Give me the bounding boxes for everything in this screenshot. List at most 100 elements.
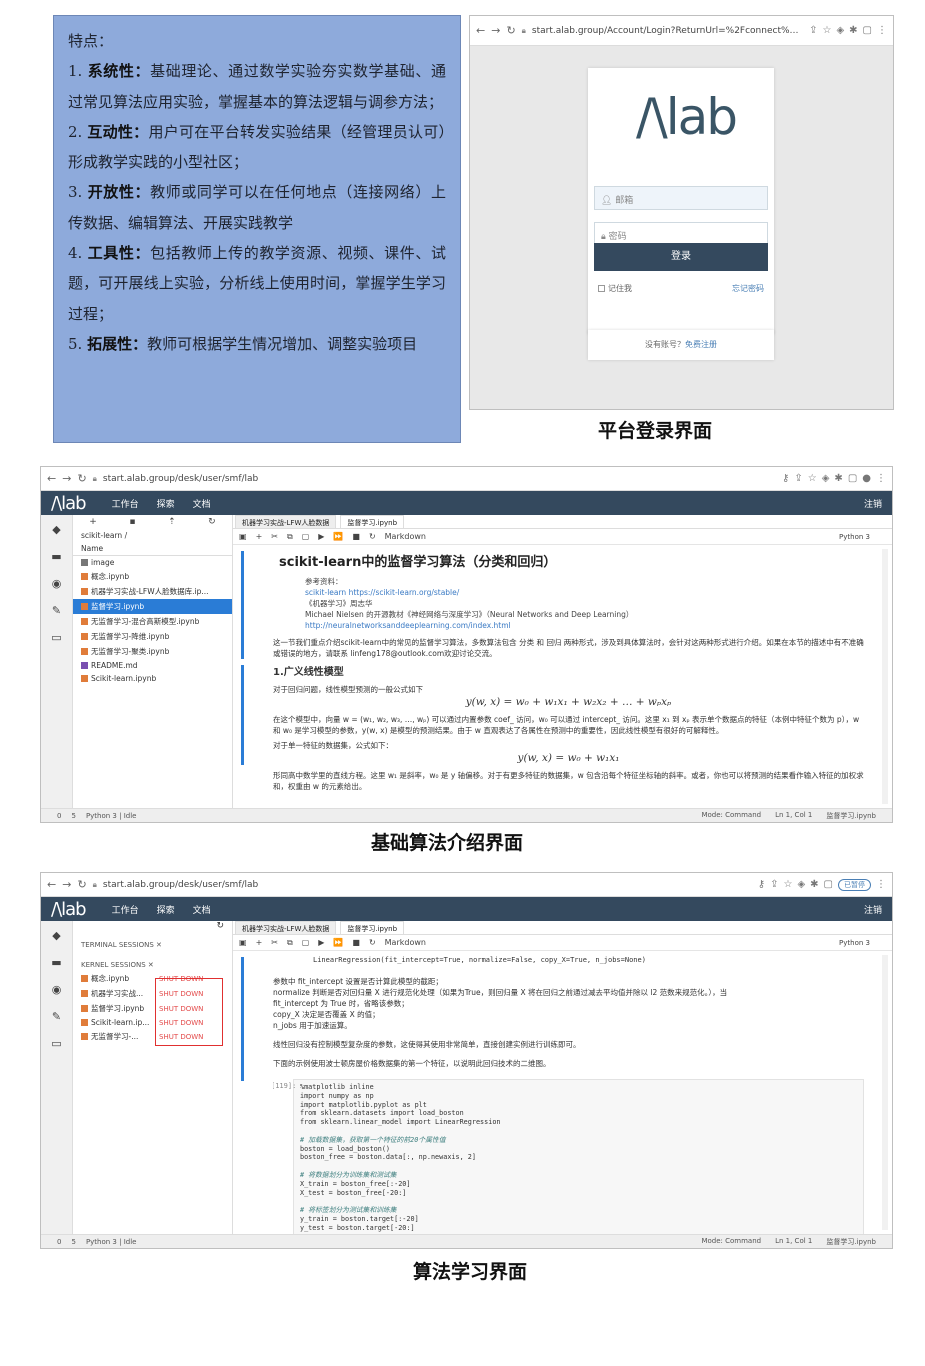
paste-icon[interactable]: ▢ xyxy=(302,938,310,947)
reference-link[interactable]: http://neuralnetworksanddeeplearning.com… xyxy=(305,620,864,631)
add-cell-icon[interactable]: + xyxy=(256,532,263,541)
nav-explore[interactable]: 探索 xyxy=(157,497,175,510)
folder-icon[interactable]: ▬ xyxy=(51,956,61,969)
file-item[interactable]: README.md xyxy=(73,659,232,672)
puzzle-icon[interactable]: ✱ xyxy=(834,473,842,484)
address-bar[interactable]: start.alab.group/desk/user/smf/lab xyxy=(103,474,776,484)
paused-badge[interactable]: 已暂停 xyxy=(838,878,871,891)
file-item[interactable]: 机器学习实战-LFW人脸数据库.ip... xyxy=(73,584,232,599)
add-cell-icon[interactable]: + xyxy=(256,938,263,947)
forward-arrow-icon[interactable]: → xyxy=(491,24,500,37)
forgot-password-link[interactable]: 忘记密码 xyxy=(732,283,764,294)
column-header-name[interactable]: Name xyxy=(73,542,232,556)
remember-me-checkbox[interactable]: 记住我 xyxy=(598,283,632,294)
address-bar[interactable]: start.alab.group/Account/Login?ReturnUrl… xyxy=(532,26,803,36)
window-icon[interactable]: ▢ xyxy=(863,25,872,36)
alab-logo[interactable]: /\lab xyxy=(51,899,87,920)
kernel-name[interactable]: Python 3 xyxy=(839,939,870,947)
cut-icon[interactable]: ✂ xyxy=(271,532,278,541)
menu-icon[interactable]: ⋮ xyxy=(876,879,886,891)
reload-icon[interactable]: ↻ xyxy=(77,472,86,485)
code-cell[interactable]: [119]: %matplotlib inline import numpy a… xyxy=(273,1079,864,1234)
menu-icon[interactable]: ⋮ xyxy=(877,25,887,36)
wrench-icon[interactable]: ✎ xyxy=(52,1010,61,1023)
nav-workbench[interactable]: 工作台 xyxy=(112,903,139,916)
tabs-icon[interactable]: ▭ xyxy=(51,631,61,644)
nav-docs[interactable]: 文档 xyxy=(193,903,211,916)
star-icon[interactable]: ☆ xyxy=(808,473,817,484)
run-all-icon[interactable]: ⏩ xyxy=(333,532,343,541)
restart-icon[interactable]: ↻ xyxy=(369,938,376,947)
extension-icon[interactable]: ◈ xyxy=(822,473,830,484)
upload-icon[interactable]: ⇡ xyxy=(168,517,176,527)
window-icon[interactable]: ▢ xyxy=(848,473,857,484)
tabs-icon[interactable]: ▭ xyxy=(51,1037,61,1050)
scrollbar[interactable] xyxy=(882,549,888,804)
back-arrow-icon[interactable]: ← xyxy=(476,24,485,37)
tab-supervised[interactable]: 监督学习.ipynb xyxy=(340,515,405,528)
layers-icon[interactable]: ◆ xyxy=(52,523,60,536)
reload-icon[interactable]: ↻ xyxy=(506,24,515,37)
restart-icon[interactable]: ↻ xyxy=(369,532,376,541)
share-icon[interactable]: ⇪ xyxy=(770,879,778,891)
new-file-icon[interactable]: + xyxy=(89,517,97,527)
key-icon[interactable]: ⚷ xyxy=(758,879,765,891)
breadcrumb[interactable]: scikit-learn / xyxy=(73,529,232,542)
star-icon[interactable]: ☆ xyxy=(822,25,831,36)
puzzle-icon[interactable]: ✱ xyxy=(849,25,857,36)
scrollbar[interactable] xyxy=(882,955,888,1230)
key-icon[interactable]: ⚷ xyxy=(782,473,789,484)
share-icon[interactable]: ⇪ xyxy=(809,25,817,36)
file-item[interactable]: 无监督学习-降维.ipynb xyxy=(73,629,232,644)
tab-supervised[interactable]: 监督学习.ipynb xyxy=(340,921,405,934)
file-item[interactable]: Scikit-learn.ipynb xyxy=(73,672,232,685)
nav-workbench[interactable]: 工作台 xyxy=(112,497,139,510)
paste-icon[interactable]: ▢ xyxy=(302,532,310,541)
login-button[interactable]: 登录 xyxy=(594,243,768,271)
stop-icon[interactable]: ■ xyxy=(352,532,360,541)
alab-logo[interactable]: /\lab xyxy=(51,493,87,514)
cell-type-select[interactable]: Markdown xyxy=(385,938,426,947)
profile-icon[interactable]: ● xyxy=(862,473,871,484)
refresh-icon[interactable]: ↻ xyxy=(208,517,216,527)
cell-type-select[interactable]: Markdown xyxy=(385,532,426,541)
forward-arrow-icon[interactable]: → xyxy=(62,878,71,891)
new-folder-icon[interactable]: ▪ xyxy=(129,517,135,527)
reference-link[interactable]: scikit-learn https://scikit-learn.org/st… xyxy=(305,587,864,598)
save-icon[interactable]: ▣ xyxy=(239,532,247,541)
star-icon[interactable]: ☆ xyxy=(783,879,792,891)
run-all-icon[interactable]: ⏩ xyxy=(333,938,343,947)
file-item-selected[interactable]: 监督学习.ipynb xyxy=(73,599,232,614)
kernel-name[interactable]: Python 3 xyxy=(839,533,870,541)
running-icon[interactable]: ◉ xyxy=(52,577,62,590)
back-arrow-icon[interactable]: ← xyxy=(47,878,56,891)
forward-arrow-icon[interactable]: → xyxy=(62,472,71,485)
menu-icon[interactable]: ⋮ xyxy=(876,473,886,484)
address-bar[interactable]: start.alab.group/desk/user/smf/lab xyxy=(103,880,752,890)
extension-icon[interactable]: ◈ xyxy=(836,25,844,36)
copy-icon[interactable]: ⧉ xyxy=(287,532,293,542)
nav-explore[interactable]: 探索 xyxy=(157,903,175,916)
code-editor[interactable]: %matplotlib inline import numpy as np im… xyxy=(293,1079,864,1234)
copy-icon[interactable]: ⧉ xyxy=(287,938,293,948)
tab-lfw[interactable]: 机器学习实战-LFW人脸数据 xyxy=(235,515,337,528)
share-icon[interactable]: ⇪ xyxy=(794,473,802,484)
extension-icon[interactable]: ◈ xyxy=(797,879,805,891)
refresh-icon[interactable]: ↻ xyxy=(73,921,232,935)
logout-link[interactable]: 注销 xyxy=(864,903,882,916)
register-link[interactable]: 免费注册 xyxy=(685,340,717,349)
layers-icon[interactable]: ◆ xyxy=(52,929,60,942)
running-icon[interactable]: ◉ xyxy=(52,983,62,996)
file-item[interactable]: image xyxy=(73,556,232,569)
file-item[interactable]: 无监督学习-聚类.ipynb xyxy=(73,644,232,659)
cut-icon[interactable]: ✂ xyxy=(271,938,278,947)
tab-lfw[interactable]: 机器学习实战-LFW人脸数据 xyxy=(235,921,337,934)
logout-link[interactable]: 注销 xyxy=(864,497,882,510)
back-arrow-icon[interactable]: ← xyxy=(47,472,56,485)
nav-docs[interactable]: 文档 xyxy=(193,497,211,510)
file-item[interactable]: 无监督学习-混合高斯模型.ipynb xyxy=(73,614,232,629)
email-field[interactable]: 👤︎ 邮箱 xyxy=(594,186,768,210)
puzzle-icon[interactable]: ✱ xyxy=(810,879,818,891)
file-item[interactable]: 概念.ipynb xyxy=(73,569,232,584)
reload-icon[interactable]: ↻ xyxy=(77,878,86,891)
